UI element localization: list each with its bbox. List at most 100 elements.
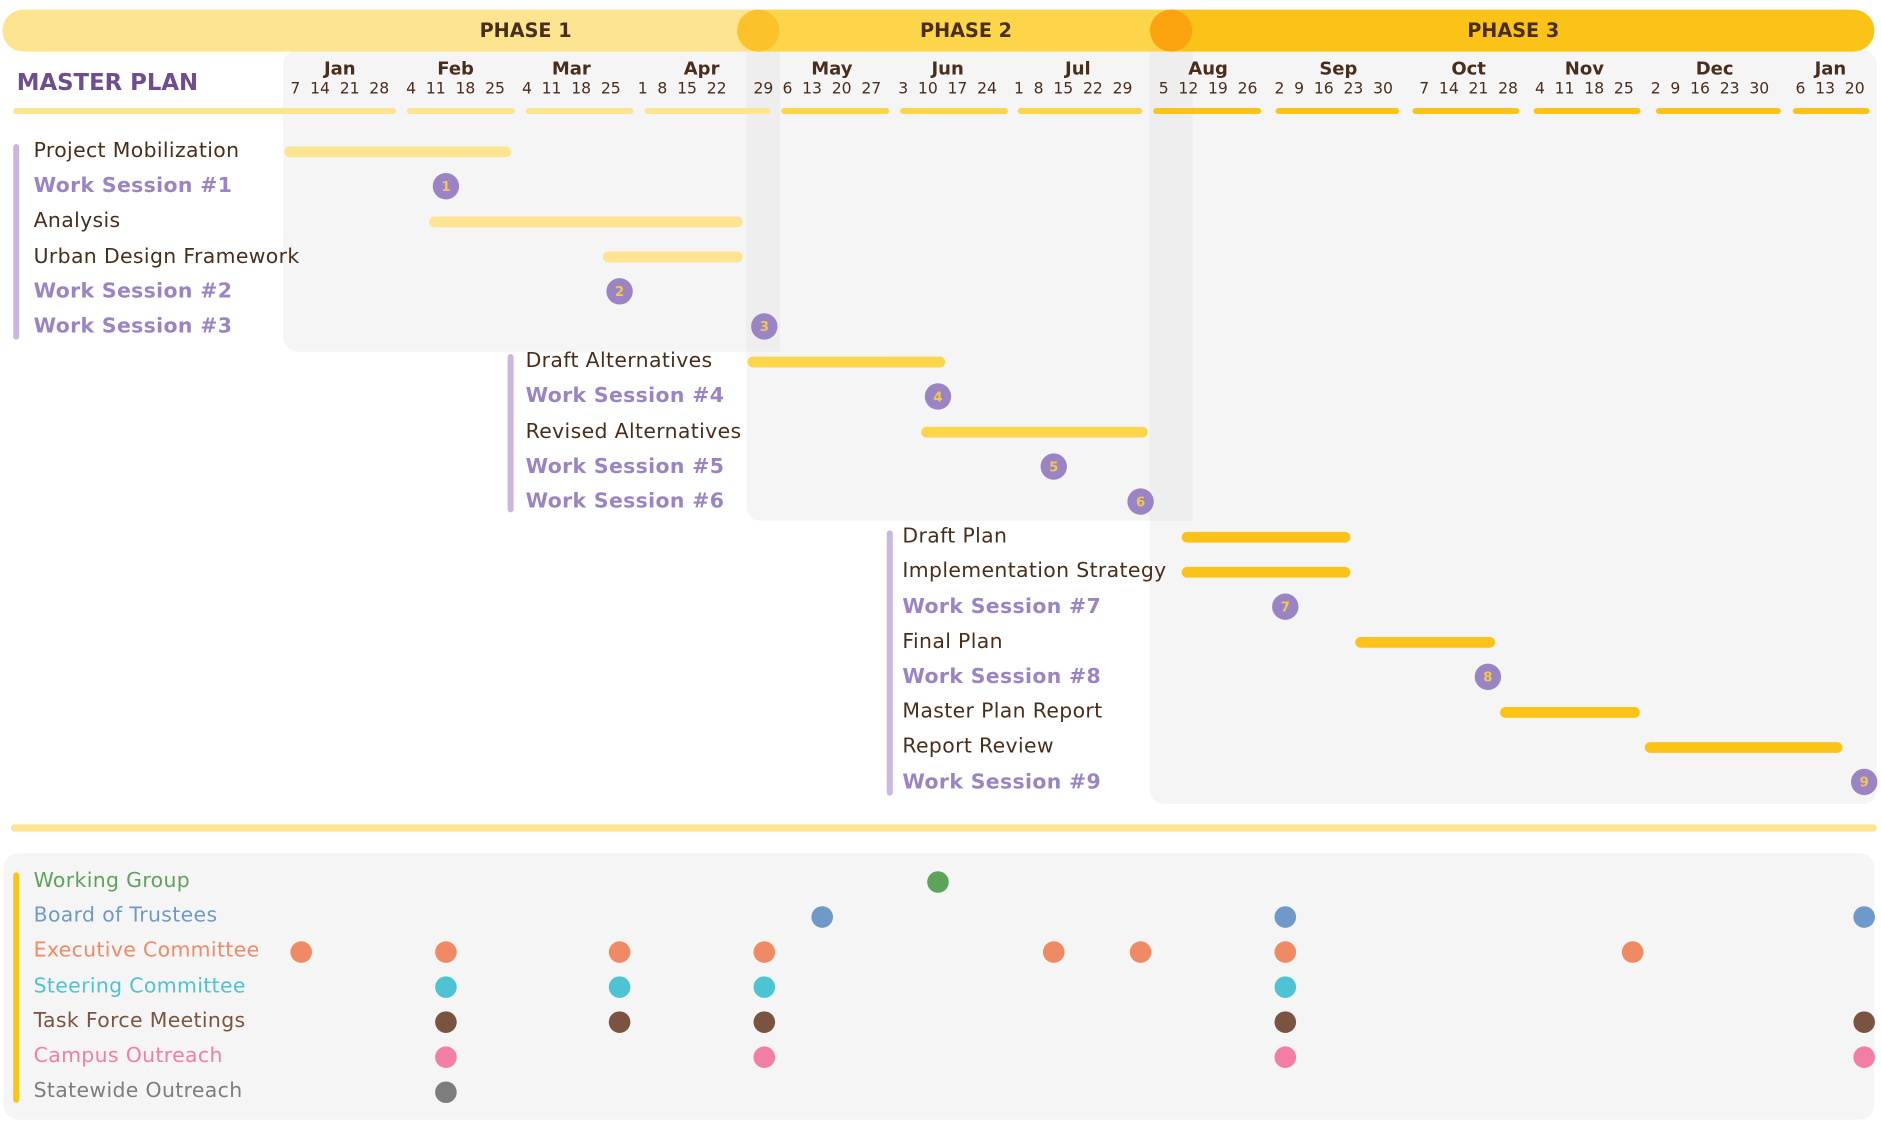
task-bar [429,216,743,228]
month-label: May [811,57,853,80]
week-labels: 4 11 18 25 [521,80,621,99]
week-labels: 3 10 17 24 [898,80,997,99]
meeting-dot [608,976,631,998]
work-session-label: Work Session #2 [33,279,233,304]
phase-1-bar [2,9,781,52]
month-label: Nov [1564,57,1604,80]
task-label: Revised Alternatives [525,419,742,444]
task-label: Project Mobilization [33,139,240,164]
work-session-number: 2 [615,285,624,300]
task-label: Final Plan [902,629,1003,654]
month-underline [525,108,634,115]
month-underline [1656,108,1781,115]
month-underline [406,108,515,115]
task-bar [1500,707,1640,718]
meeting-dot [1853,1011,1875,1033]
meeting-dot [1853,1046,1875,1068]
meeting-dot [435,1081,457,1104]
meeting-series-label: Steering Committee [33,973,246,998]
chart-title: MASTER PLAN [16,69,199,96]
week-labels: 29 [753,80,774,99]
task-label: Draft Alternatives [525,349,713,374]
work-session-number: 8 [1483,671,1492,686]
meeting-dot [1621,941,1644,963]
work-session-number: 1 [441,180,450,195]
meeting-series-label: Task Force Meetings [33,1008,246,1033]
week-labels: 5 12 19 26 [1158,80,1258,99]
work-session-label: Work Session #1 [33,174,233,199]
phase-3-panel [1149,50,1877,805]
work-session-label: Work Session #9 [902,769,1102,794]
meeting-dot [1129,941,1152,963]
month-label: Jul [1065,57,1091,80]
week-labels: 2 9 16 23 30 [1650,80,1770,99]
month-label: Apr [683,57,720,80]
meeting-dot [608,1011,631,1033]
meeting-dot [753,976,776,998]
work-session-label: Work Session #7 [902,594,1102,619]
month-label: Sep [1319,57,1358,80]
phase-3-label: PHASE 3 [1467,19,1560,42]
month-underline [644,108,771,115]
task-label: Master Plan Report [902,699,1103,724]
meeting-dot [608,941,631,963]
meeting-dot [1274,906,1297,928]
work-session-label: Work Session #5 [525,454,725,479]
month-underline [1412,108,1520,115]
meeting-dot [1274,941,1297,963]
task-label: Report Review [902,734,1054,759]
phase-joint-2 [1150,9,1193,52]
work-session-label: Work Session #4 [525,384,725,409]
meeting-dot [435,1011,457,1033]
task-bar [284,146,512,158]
task-bar [1181,531,1351,543]
month-underline [1017,108,1143,115]
work-session-number: 5 [1049,460,1058,475]
month-label: Jun [931,57,964,80]
month-underline [1792,108,1870,115]
month-underline [1153,108,1262,115]
phase-1-label: PHASE 1 [479,19,572,42]
meeting-dot [435,1046,457,1068]
week-labels: 6 13 20 [1795,80,1865,99]
meeting-series-label: Campus Outreach [33,1044,223,1068]
meeting-dot [435,941,457,963]
meeting-dot [927,871,949,893]
separator-line [10,824,1877,832]
meeting-series-label: Board of Trustees [33,903,218,928]
week-labels: 2 9 16 23 30 [1274,80,1393,99]
work-session-label: Work Session #3 [33,314,233,339]
meeting-dot [1853,906,1875,928]
meeting-dot [1274,1011,1297,1033]
task-label: Implementation Strategy [902,559,1167,584]
meeting-dot [290,941,312,963]
work-session-label: Work Session #6 [525,489,725,514]
task-label: Draft Plan [902,524,1008,549]
task-bar [602,251,743,263]
month-label: Dec [1695,57,1734,80]
work-session-number: 4 [933,390,942,405]
task-bar [1181,566,1351,578]
meeting-dot [753,941,776,963]
month-underline [13,108,397,115]
task-label: Analysis [33,209,121,234]
month-underline [781,108,890,115]
work-session-number: 3 [760,320,769,335]
phase-2-bracket [507,354,514,513]
phase-joint-1 [737,9,780,52]
meeting-dot [753,1046,776,1068]
month-label: Jan [323,57,356,80]
week-labels: 7 14 21 28 [1419,80,1518,99]
meeting-dot [435,976,457,998]
month-label: Feb [437,57,474,80]
task-bar [1355,636,1496,648]
meeting-dot [753,1011,776,1033]
week-labels: 7 14 21 28 [290,80,390,99]
week-labels: 4 11 18 25 [1534,80,1634,99]
phase-2-panel [746,50,1193,521]
task-label: Urban Design Framework [33,244,300,269]
meeting-dot [1274,976,1297,998]
month-underline [1533,108,1641,115]
work-session-number: 7 [1281,601,1290,616]
work-session-label: Work Session #8 [902,664,1102,689]
